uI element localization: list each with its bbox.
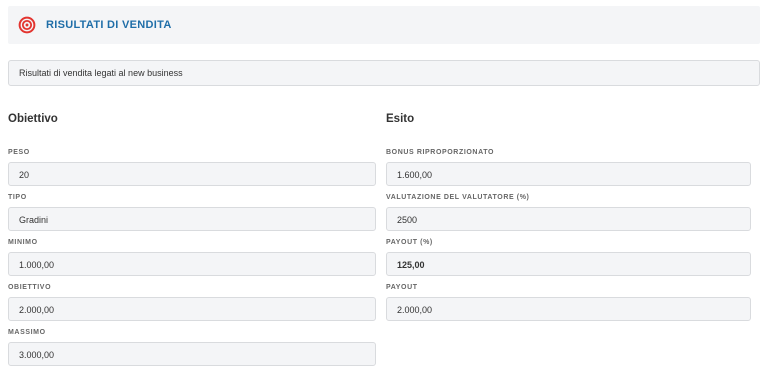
description-field: Risultati di vendita legati al new busin… bbox=[8, 60, 760, 86]
obiettivo-field[interactable]: 2.000,00 bbox=[8, 297, 376, 321]
bonus-label: BONUS RIPROPORZIONATO bbox=[386, 149, 495, 156]
objective-title: Obiettivo bbox=[8, 113, 58, 125]
payout-field[interactable]: 2.000,00 bbox=[386, 297, 751, 321]
payout-percent-field[interactable]: 125,00 bbox=[386, 252, 751, 276]
payout-label: PAYOUT bbox=[386, 284, 418, 291]
massimo-label: MASSIMO bbox=[8, 329, 46, 336]
peso-field[interactable]: 20 bbox=[8, 162, 376, 186]
section-header: RISULTATI DI VENDITA bbox=[8, 6, 760, 44]
result-title: Esito bbox=[386, 113, 415, 125]
valutazione-label: VALUTAZIONE DEL VALUTATORE (%) bbox=[386, 194, 530, 201]
peso-label: PESO bbox=[8, 149, 30, 156]
section-title: RISULTATI DI VENDITA bbox=[46, 19, 172, 31]
tipo-field[interactable]: Gradini bbox=[8, 207, 376, 231]
minimo-label: MINIMO bbox=[8, 239, 38, 246]
objective-column: Obiettivo PESO 20 TIPO Gradini MINIMO 1.… bbox=[8, 110, 376, 366]
bonus-field[interactable]: 1.600,00 bbox=[386, 162, 751, 186]
result-column: Esito BONUS RIPROPORZIONATO 1.600,00 VAL… bbox=[386, 110, 751, 321]
minimo-field[interactable]: 1.000,00 bbox=[8, 252, 376, 276]
valutazione-field[interactable]: 2500 bbox=[386, 207, 751, 231]
obiettivo-label: OBIETTIVO bbox=[8, 284, 52, 291]
massimo-field[interactable]: 3.000,00 bbox=[8, 342, 376, 366]
payout-percent-label: PAYOUT (%) bbox=[386, 239, 433, 246]
target-icon bbox=[18, 16, 36, 34]
tipo-label: TIPO bbox=[8, 194, 27, 201]
